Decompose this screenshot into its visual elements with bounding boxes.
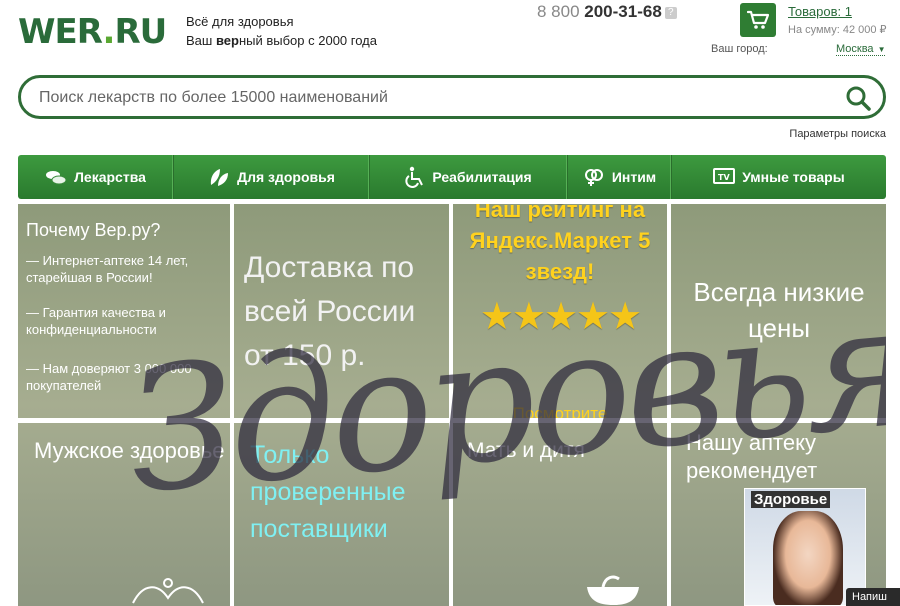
main-nav: Лекарства Для здоровья Реабилитация Инти… xyxy=(18,155,886,199)
city-label: Ваш город: xyxy=(711,43,768,55)
city-value: Москва xyxy=(836,43,874,55)
tile-divider xyxy=(667,204,671,606)
tile-mother-text: Мать и дитя xyxy=(467,439,585,462)
tile-why-title: Почему Вер.ру? xyxy=(26,220,161,240)
tagline-line2-end: ный выбор с 2000 года xyxy=(238,33,377,48)
nav-label: Лекарства xyxy=(74,169,146,185)
tile-suppliers[interactable]: Только проверенные поставщики xyxy=(236,423,449,606)
tile-recommend-text: Нашу аптеку рекомендует xyxy=(686,430,818,483)
logo-dot: . xyxy=(102,12,116,52)
nav-item-intim[interactable]: Интим xyxy=(568,155,672,199)
tagline-line2: Ваш верный выбор с 2000 года xyxy=(186,31,377,50)
tile-men-health[interactable]: Мужское здоровье xyxy=(18,423,228,606)
nav-item-smart[interactable]: TV Умные товары xyxy=(672,155,886,199)
search-params-link[interactable]: Параметры поиска xyxy=(789,128,886,140)
tile-why-point-3: — Нам доверяют 3 000 000 покупателей xyxy=(26,361,192,393)
tile-why-us[interactable]: Почему Вер.ру? — Интернет-аптеке 14 лет,… xyxy=(18,204,228,418)
logo-text: WER xyxy=(18,12,104,52)
nav-item-rehab[interactable]: Реабилитация xyxy=(370,155,568,199)
tile-why-point-2: — Гарантия качества и конфиденциальности xyxy=(26,305,166,337)
tile-mother-child[interactable]: Мать и дитя xyxy=(453,423,667,606)
tagline-line1: Всё для здоровья xyxy=(186,14,294,29)
tile-prices-text: Всегда низкие цены xyxy=(693,277,865,343)
tile-prices[interactable]: Всегда низкие цены xyxy=(672,204,886,418)
nav-label: Интим xyxy=(611,169,657,185)
site-logo[interactable]: WER.RU xyxy=(18,12,167,52)
search-icon[interactable] xyxy=(845,85,871,111)
cover-face-image xyxy=(773,511,843,605)
gender-icon xyxy=(584,169,603,186)
pills-icon xyxy=(46,171,67,185)
tile-divider xyxy=(449,204,453,606)
promo-tiles: Почему Вер.ру? — Интернет-аптеке 14 лет,… xyxy=(18,204,886,606)
tagline-line2-bold: вер xyxy=(215,33,239,48)
tagline: Всё для здоровья Ваш верный выбор с 2000… xyxy=(186,12,377,50)
tile-men-text: Мужское здоровье xyxy=(34,438,225,463)
tile-rating[interactable]: Наш рейтинг на Яндекс.Маркет 5 звезд! ★★… xyxy=(453,204,667,418)
tile-divider xyxy=(18,418,886,423)
wheelchair-icon xyxy=(405,166,424,188)
leaves-icon xyxy=(210,169,229,186)
ornament-icon xyxy=(132,578,204,604)
phone-number[interactable]: 8 800 200-31-68? xyxy=(537,2,677,22)
chevron-down-icon: ▼ xyxy=(877,45,886,54)
city-select[interactable]: Москва ▼ xyxy=(836,43,886,56)
cart-count-link[interactable]: Товаров: 1 xyxy=(788,4,852,19)
nav-item-medicines[interactable]: Лекарства xyxy=(18,155,174,199)
rating-stars-icon: ★★★★★ xyxy=(479,296,642,338)
cart-button[interactable] xyxy=(740,3,776,37)
nav-label: Реабилитация xyxy=(432,169,532,185)
baby-bath-icon xyxy=(587,575,639,605)
chat-widget-button[interactable]: Напиш xyxy=(846,588,900,606)
cart-sum: На сумму: 42 000 ₽ xyxy=(788,24,887,36)
search-input[interactable] xyxy=(39,86,819,110)
tv-icon: TV xyxy=(713,168,736,184)
nav-label: Для здоровья xyxy=(237,169,335,185)
tile-suppliers-text: Только проверенные поставщики xyxy=(250,441,406,543)
nav-label: Умные товары xyxy=(742,169,845,185)
search-bar xyxy=(18,75,886,119)
cart-icon xyxy=(747,10,769,29)
nav-item-health[interactable]: Для здоровья xyxy=(174,155,370,199)
logo-tld: RU xyxy=(114,12,167,52)
tile-rating-more[interactable]: Посмотрите xyxy=(453,404,667,418)
tile-rating-text: Наш рейтинг на Яндекс.Маркет 5 звезд! xyxy=(469,204,651,284)
tile-why-point-1: — Интернет-аптеке 14 лет, старейшая в Ро… xyxy=(26,253,189,285)
phone-digits: 200-31-68 xyxy=(584,2,662,21)
magazine-title: Здоровье xyxy=(751,491,831,508)
help-icon[interactable]: ? xyxy=(664,6,677,19)
phone-prefix: 8 800 xyxy=(537,2,585,21)
tile-delivery[interactable]: Доставка по всей России от 150 р. xyxy=(236,204,449,418)
tile-recommend[interactable]: Нашу аптеку рекомендует Здоровье xyxy=(672,423,886,606)
tagline-line2-start: Ваш xyxy=(186,33,216,48)
svg-text:TV: TV xyxy=(718,173,730,182)
tile-delivery-text: Доставка по всей России от 150 р. xyxy=(244,251,416,372)
tile-divider xyxy=(230,204,234,606)
